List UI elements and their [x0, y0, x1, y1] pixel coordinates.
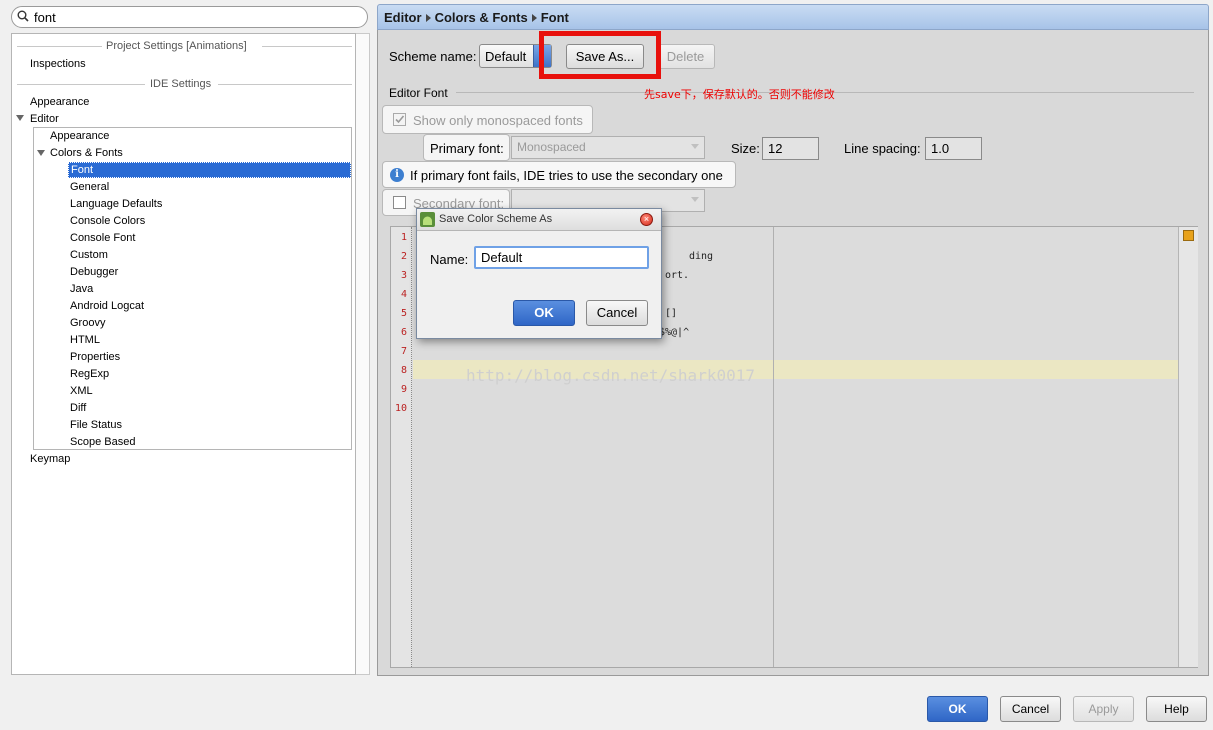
tree-item-cf[interactable]: Custom [70, 247, 108, 263]
search-icon [17, 10, 29, 22]
dialog-name-input[interactable]: Default [474, 246, 649, 269]
tree-item-editor[interactable]: Editor [30, 111, 59, 127]
tree-item-cf[interactable]: RegExp [70, 366, 109, 382]
dialog-name-label: Name: [430, 252, 469, 267]
tree-item-editor-appearance[interactable]: Appearance [50, 128, 109, 144]
tree-item-cf[interactable]: HTML [70, 332, 100, 348]
cancel-button[interactable]: Cancel [1000, 696, 1061, 722]
breadcrumb-arrow-icon [425, 14, 431, 23]
tree-item-cf[interactable]: Console Font [70, 230, 135, 246]
scheme-value: Default [485, 49, 527, 64]
preview-code-fragment: $%@|^ [659, 327, 690, 338]
line-spacing-field[interactable]: 1.0 [925, 137, 982, 160]
preview-code-fragment: ding [689, 251, 714, 262]
fallback-hint-tooltip: i If primary font fails, IDE tries to us… [382, 161, 736, 188]
tree-item-cf[interactable]: General [70, 179, 109, 195]
dialog-ok-button[interactable]: OK [513, 300, 575, 326]
search-input[interactable]: font [11, 6, 368, 28]
tree-item-appearance[interactable]: Appearance [30, 94, 89, 110]
tree-item-cf[interactable]: Diff [70, 400, 86, 416]
line-number: 6 [400, 327, 407, 338]
show-mono-checkbox[interactable] [393, 113, 406, 126]
line-number: 5 [400, 308, 407, 319]
fallback-hint-text: If primary font fails, IDE tries to use … [410, 168, 723, 183]
tree-item-cf[interactable]: XML [70, 383, 93, 399]
help-button[interactable]: Help [1146, 696, 1207, 722]
editor-font-section-title: Editor Font [389, 86, 448, 100]
tree-item-cf[interactable]: Font [68, 162, 351, 178]
breadcrumb-bar: Editor Colors & Fonts Font [377, 4, 1209, 30]
checkmark-icon [395, 115, 405, 124]
line-number: 7 [400, 346, 407, 357]
tree-item-cf[interactable]: Debugger [70, 264, 118, 280]
error-stripe-marker-icon[interactable] [1183, 230, 1194, 241]
close-icon[interactable]: × [640, 213, 653, 226]
line-number: 1 [400, 232, 407, 243]
android-studio-icon [420, 212, 435, 227]
dropdown-arrow-icon [691, 197, 699, 202]
apply-button[interactable]: Apply [1073, 696, 1134, 722]
tree-item-cf[interactable]: File Status [70, 417, 122, 433]
preview-scrollbar[interactable] [1178, 227, 1198, 667]
tree-item-cf[interactable]: Scope Based [70, 434, 135, 450]
breadcrumb-colors-fonts: Colors & Fonts [434, 10, 528, 25]
watermark: http://blog.csdn.net/shark0017 [466, 366, 755, 385]
primary-font-value: Monospaced [517, 140, 586, 154]
breadcrumb-editor: Editor [384, 10, 422, 25]
section-ide-settings: IDE Settings [12, 78, 355, 91]
line-number: 2 [400, 251, 407, 262]
tree-item-keymap[interactable]: Keymap [30, 451, 70, 467]
ok-button[interactable]: OK [927, 696, 988, 722]
line-number: 8 [400, 365, 407, 376]
delete-button[interactable]: Delete [656, 44, 715, 69]
section-project-settings: Project Settings [Animations] [12, 40, 355, 53]
annotation-note: 先save下，保存默认的。否则不能修改 [644, 88, 835, 101]
expand-arrow-icon[interactable] [16, 115, 24, 121]
primary-font-label-box: Primary font: [423, 134, 510, 161]
dialog-titlebar[interactable]: Save Color Scheme As × [417, 209, 661, 231]
tree-item-cf[interactable]: Java [70, 281, 93, 297]
dialog-title: Save Color Scheme As [439, 213, 553, 225]
tree-item-cf[interactable]: Language Defaults [70, 196, 162, 212]
size-field[interactable]: 12 [762, 137, 819, 160]
line-number: 10 [394, 403, 407, 414]
breadcrumb-arrow-icon [531, 14, 537, 23]
expand-arrow-icon[interactable] [37, 150, 45, 156]
tree-item-cf[interactable]: Groovy [70, 315, 105, 331]
preview-code-fragment: ort. [665, 270, 690, 281]
primary-font-select[interactable]: Monospaced [511, 136, 705, 159]
show-mono-option[interactable]: Show only monospaced fonts [382, 105, 593, 134]
search-value: font [34, 10, 56, 25]
highlight-annotation-box [539, 31, 661, 79]
secondary-font-checkbox[interactable] [393, 196, 406, 209]
right-margin-guide [773, 227, 774, 667]
dropdown-arrow-icon [691, 144, 699, 149]
line-spacing-label: Line spacing: [844, 141, 921, 156]
tree-scrollbar[interactable] [356, 33, 370, 675]
line-number: 3 [400, 270, 407, 281]
tree-item-cf[interactable]: Android Logcat [70, 298, 144, 314]
dialog-cancel-button[interactable]: Cancel [586, 300, 648, 326]
show-mono-label: Show only monospaced fonts [413, 113, 583, 128]
info-icon: i [390, 168, 404, 182]
size-label: Size: [731, 141, 760, 156]
tree-item-cf[interactable]: Console Colors [70, 213, 145, 229]
save-scheme-dialog: Save Color Scheme As × Name: Default OK … [416, 208, 662, 339]
breadcrumb-font: Font [540, 10, 569, 25]
line-number: 9 [400, 384, 407, 395]
preview-code-fragment: [] [665, 308, 678, 319]
tree-item-inspections[interactable]: Inspections [30, 56, 86, 72]
primary-font-label: Primary font: [430, 141, 504, 156]
tree-item-cf[interactable]: Properties [70, 349, 120, 365]
tree-item-colors-fonts[interactable]: Colors & Fonts [50, 145, 123, 161]
line-number: 4 [400, 289, 407, 300]
breadcrumb: Editor Colors & Fonts Font [384, 10, 569, 25]
scheme-label: Scheme name: [389, 49, 477, 64]
editor-subtree: Appearance Colors & Fonts Font General Lan… [33, 127, 352, 450]
